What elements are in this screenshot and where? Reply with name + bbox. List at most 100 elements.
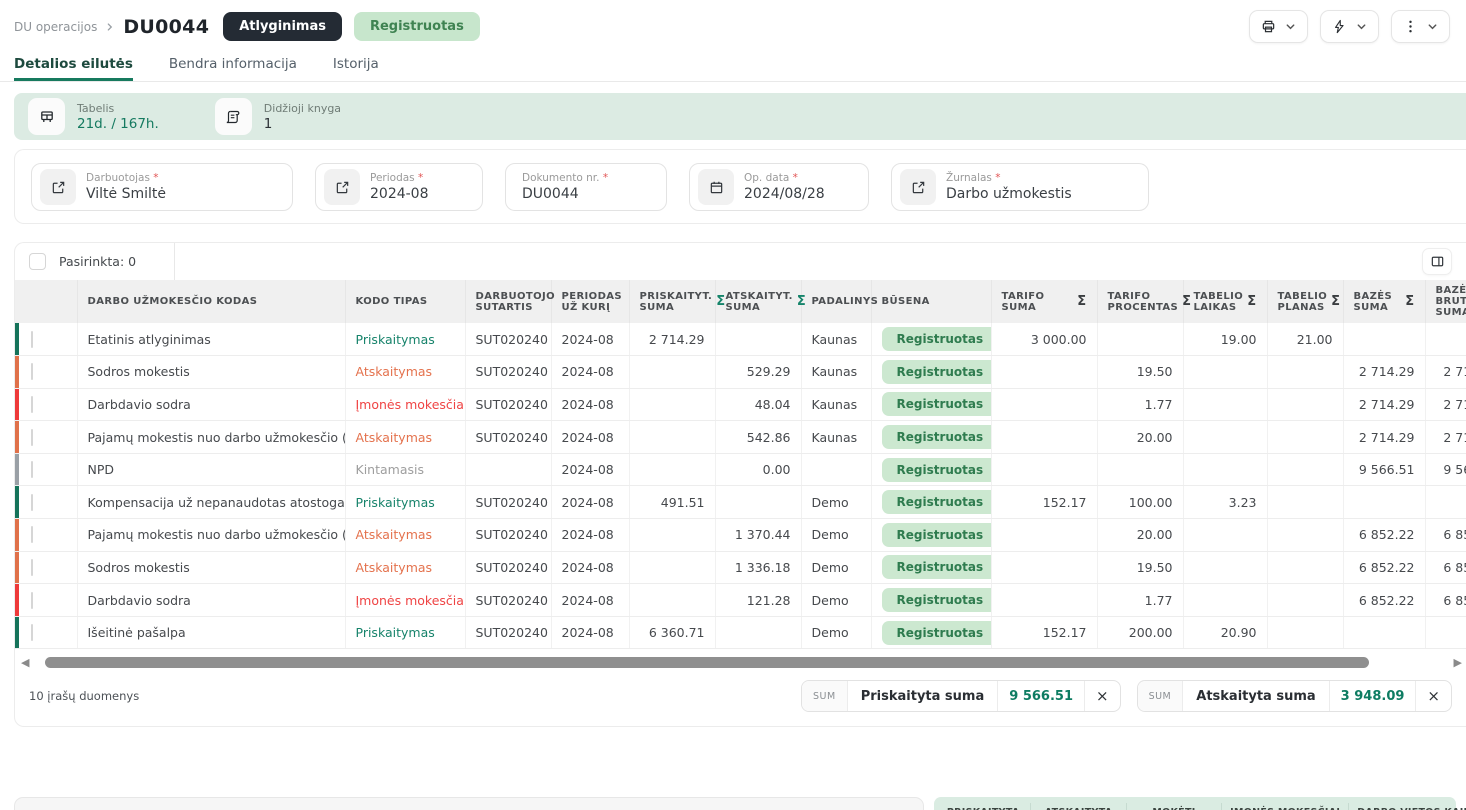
sigma-icon[interactable]: Σ bbox=[1405, 294, 1414, 309]
sigma-icon[interactable]: Σ bbox=[1331, 294, 1340, 309]
column-header-prisk[interactable]: PRISKAITYT. SUMAΣ bbox=[629, 280, 715, 323]
column-header-tab_planas[interactable]: TABELIO PLANASΣ bbox=[1267, 280, 1343, 323]
column-header-busena[interactable]: BŪSENA bbox=[871, 280, 991, 323]
cell-tab_planas bbox=[1267, 421, 1343, 454]
cell-bazes: 2 714.29 bbox=[1343, 421, 1425, 454]
tab-detalios-eilutės[interactable]: Detalios eilutės bbox=[14, 56, 133, 81]
column-header-atsk[interactable]: ATSKAITYT. SUMAΣ bbox=[715, 280, 801, 323]
column-header-tipas[interactable]: KODO TIPAS bbox=[345, 280, 465, 323]
column-header-periodas[interactable]: PERIODAS UŽ KURĮ bbox=[551, 280, 629, 323]
bolt-button[interactable] bbox=[1320, 10, 1379, 43]
table-row[interactable]: Sodros mokestisAtskaitymasSUT0202402024-… bbox=[15, 551, 1466, 584]
tab-bendra-informacija[interactable]: Bendra informacija bbox=[169, 56, 297, 81]
table-row[interactable]: Išeitinė pašalpaPriskaitymasSUT020240202… bbox=[15, 616, 1466, 649]
cell-tab_planas bbox=[1267, 486, 1343, 519]
chip-sum-tag: SUM bbox=[1138, 681, 1184, 711]
field--urnalas[interactable]: Žurnalas *Darbo užmokestis bbox=[891, 163, 1149, 211]
sigma-icon[interactable]: Σ bbox=[1182, 294, 1191, 309]
table-row[interactable]: Sodros mokestisAtskaitymasSUT0202402024-… bbox=[15, 356, 1466, 389]
cell-code: NPD bbox=[77, 453, 345, 486]
cell-tipas: Įmonės mokesčiai bbox=[345, 584, 465, 617]
row-checkbox[interactable] bbox=[31, 494, 33, 511]
top-header: DU operacijos DU0044 Atlyginimas Registr… bbox=[0, 0, 1466, 43]
scrollbar-track[interactable] bbox=[33, 657, 1449, 668]
chip-label: Priskaityta suma bbox=[848, 681, 999, 711]
table-row[interactable]: Kompensacija už nepanaudotas atostogasPr… bbox=[15, 486, 1466, 519]
breadcrumb[interactable]: DU operacijos bbox=[14, 20, 97, 34]
row-checkbox[interactable] bbox=[31, 526, 33, 543]
table-row[interactable]: Pajamų mokestis nuo darbo užmokesčio (20… bbox=[15, 519, 1466, 552]
cell-code: Pajamų mokestis nuo darbo užmokesčio (20… bbox=[77, 421, 345, 454]
column-header-padalinys[interactable]: PADALINYS bbox=[801, 280, 871, 323]
close-icon[interactable]: × bbox=[1085, 681, 1120, 711]
table-row[interactable]: Darbdavio sodraĮmonės mokesčiaiSUT020240… bbox=[15, 584, 1466, 617]
cell-bruto: 9 566.51 bbox=[1425, 453, 1466, 486]
row-checkbox[interactable] bbox=[31, 592, 33, 609]
cell-busena: Registruotas bbox=[871, 551, 991, 584]
column-header-bruto[interactable]: BAZĖS BRUTO SUMAΣ bbox=[1425, 280, 1466, 323]
cell-tarifo_suma bbox=[991, 584, 1097, 617]
cell-prisk: 6 360.71 bbox=[629, 616, 715, 649]
chevron-down-icon bbox=[1427, 21, 1438, 32]
tab-istorija[interactable]: Istorija bbox=[333, 56, 379, 81]
field-darbuotojas[interactable]: Darbuotojas *Viltė Smiltė bbox=[31, 163, 293, 211]
code-type-label: Atskaitymas bbox=[356, 364, 433, 379]
row-status-badge: Registruotas bbox=[882, 588, 992, 612]
cell-code: Kompensacija už nepanaudotas atostogas bbox=[77, 486, 345, 519]
column-header-code[interactable]: DARBO UŽMOKESČIO KODAS bbox=[77, 280, 345, 323]
column-header-tarifo_proc[interactable]: TARIFO PROCENTASΣ bbox=[1097, 280, 1183, 323]
code-type-label: Atskaitymas bbox=[356, 430, 433, 445]
cell-sutartis: SUT020240 bbox=[465, 551, 551, 584]
table-row[interactable]: Pajamų mokestis nuo darbo užmokesčio (20… bbox=[15, 421, 1466, 454]
cell-busena: Registruotas bbox=[871, 323, 991, 356]
horizontal-scrollbar[interactable]: ◀ ▶ bbox=[21, 654, 1462, 670]
printer-button[interactable] bbox=[1249, 10, 1308, 43]
table-row[interactable]: Etatinis atlyginimasPriskaitymasSUT02024… bbox=[15, 323, 1466, 356]
table-row[interactable]: NPDKintamasis2024-080.00Registruotas9 56… bbox=[15, 453, 1466, 486]
cell-tipas: Atskaitymas bbox=[345, 356, 465, 389]
row-checkbox[interactable] bbox=[31, 363, 33, 380]
field-dokumento-nr-[interactable]: Dokumento nr. *DU0044 bbox=[505, 163, 667, 211]
row-checkbox[interactable] bbox=[31, 396, 33, 413]
cell-tarifo_suma bbox=[991, 388, 1097, 421]
row-checkbox[interactable] bbox=[31, 429, 33, 446]
row-checkbox[interactable] bbox=[31, 624, 33, 641]
cell-bruto: 6 852.22 bbox=[1425, 551, 1466, 584]
chip-label: Atskaityta suma bbox=[1183, 681, 1329, 711]
row-checkbox[interactable] bbox=[31, 559, 33, 576]
column-header-sutartis[interactable]: DARBUOTOJO SUTARTIS bbox=[465, 280, 551, 323]
cell-sutartis: SUT020240 bbox=[465, 486, 551, 519]
cell-busena: Registruotas bbox=[871, 486, 991, 519]
cell-tab_planas bbox=[1267, 616, 1343, 649]
cell-bruto bbox=[1425, 486, 1466, 519]
row-checkbox[interactable] bbox=[31, 331, 33, 348]
field-periodas[interactable]: Periodas *2024-08 bbox=[315, 163, 483, 211]
cell-padalinys: Kaunas bbox=[801, 421, 871, 454]
cell-sutartis: SUT020240 bbox=[465, 356, 551, 389]
column-header-tab_laikas[interactable]: TABELIO LAIKASΣ bbox=[1183, 280, 1267, 323]
sigma-icon[interactable]: Σ bbox=[797, 294, 806, 309]
field-op-data[interactable]: Op. data *2024/08/28 bbox=[689, 163, 869, 211]
cell-tarifo_proc: 20.00 bbox=[1097, 421, 1183, 454]
table-row[interactable]: Darbdavio sodraĮmonės mokesčiaiSUT020240… bbox=[15, 388, 1466, 421]
sigma-icon[interactable]: Σ bbox=[1077, 294, 1086, 309]
scrollbar-thumb[interactable] bbox=[45, 657, 1369, 668]
required-asterisk: * bbox=[995, 172, 1000, 184]
sigma-icon[interactable]: Σ bbox=[716, 294, 725, 309]
cell-bruto: 6 852.22 bbox=[1425, 584, 1466, 617]
column-header-bazes[interactable]: BAZĖS SUMAΣ bbox=[1343, 280, 1425, 323]
column-header-tarifo_suma[interactable]: TARIFO SUMAΣ bbox=[991, 280, 1097, 323]
row-checkbox[interactable] bbox=[31, 461, 33, 478]
notes-input[interactable] bbox=[14, 797, 924, 810]
cell-tarifo_suma bbox=[991, 356, 1097, 389]
close-icon[interactable]: × bbox=[1416, 681, 1451, 711]
row-status-badge: Registruotas bbox=[882, 360, 992, 384]
sigma-icon[interactable]: Σ bbox=[1247, 294, 1256, 309]
cell-prisk bbox=[629, 421, 715, 454]
column-settings-button[interactable] bbox=[1422, 248, 1452, 275]
cell-periodas: 2024-08 bbox=[551, 356, 629, 389]
kebab-button[interactable] bbox=[1391, 10, 1450, 43]
scroll-left-arrow-icon[interactable]: ◀ bbox=[21, 657, 29, 668]
scroll-right-arrow-icon[interactable]: ▶ bbox=[1454, 657, 1462, 668]
select-all-checkbox[interactable] bbox=[29, 253, 46, 270]
